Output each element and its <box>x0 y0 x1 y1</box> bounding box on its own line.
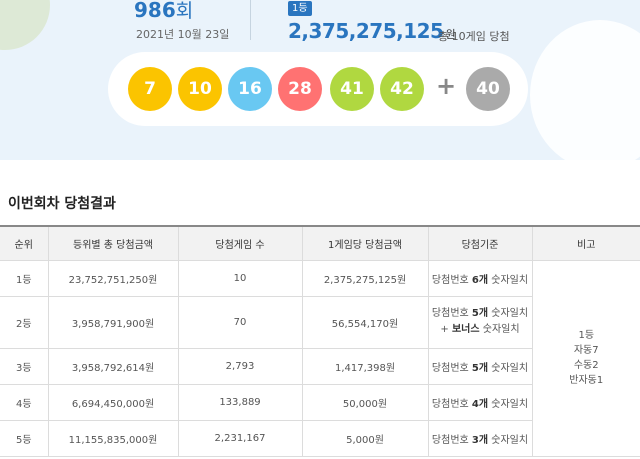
number-ball: 28 <box>278 67 322 111</box>
total-prize-cell: 11,155,835,000원 <box>47 420 178 457</box>
total-prize-cell: 3,958,791,900원 <box>47 296 178 349</box>
column-header: 당첨기준 <box>427 225 532 261</box>
per-game-cell: 2,375,275,125원 <box>301 260 428 297</box>
draw-summary-banner: 986회 2021년 10월 23일 1등 2,375,275,125 원 총 1… <box>0 0 640 160</box>
games-cell: 2,793 <box>177 348 302 385</box>
rank-cell: 2등 <box>0 296 48 349</box>
number-ball: 10 <box>178 67 222 111</box>
games-cell: 133,889 <box>177 384 302 421</box>
decorative-circle <box>0 0 50 50</box>
per-game-cell: 50,000원 <box>301 384 428 421</box>
bonus-ball: 40 <box>466 67 510 111</box>
first-prize-amount: 2,375,275,125 원 <box>288 19 456 43</box>
winners-count: 총 10게임 당첨 <box>438 30 510 43</box>
results-table: 순위 등위별 총 당첨금액 당첨게임 수 1게임당 당첨금액 당첨기준 비고 1… <box>0 225 640 457</box>
round-number: 986회 <box>134 0 194 22</box>
number-ball: 7 <box>128 67 172 111</box>
section-title: 이번회차 당첨결과 <box>8 196 116 212</box>
table-row: 1등 23,752,751,250원 10 2,375,275,125원 당첨번… <box>0 260 640 457</box>
divider <box>250 0 251 40</box>
first-prize-badge: 1등 <box>288 1 312 16</box>
rank-cell: 3등 <box>0 348 48 385</box>
winning-numbers: 7 10 16 28 41 42 + 40 <box>108 52 528 126</box>
note-cell: 1등 자동7 수동2 반자동1 <box>531 260 640 457</box>
criteria-cell: 당첨번호 6개 숫자일치 <box>427 260 532 297</box>
per-game-cell: 1,417,398원 <box>301 348 428 385</box>
rank-cell: 4등 <box>0 384 48 421</box>
criteria-cell: 당첨번호 5개 숫자일치 <box>427 348 532 385</box>
number-ball: 16 <box>228 67 272 111</box>
column-header: 순위 <box>0 225 48 261</box>
number-ball: 41 <box>330 67 374 111</box>
games-cell: 70 <box>177 296 302 349</box>
column-header: 1게임당 당첨금액 <box>301 225 428 261</box>
table-header-row: 순위 등위별 총 당첨금액 당첨게임 수 1게임당 당첨금액 당첨기준 비고 <box>0 225 640 261</box>
column-header: 비고 <box>531 225 640 261</box>
rank-cell: 1등 <box>0 260 48 297</box>
per-game-cell: 5,000원 <box>301 420 428 457</box>
total-prize-cell: 6,694,450,000원 <box>47 384 178 421</box>
criteria-cell: 당첨번호 4개 숫자일치 <box>427 384 532 421</box>
total-prize-cell: 3,958,792,614원 <box>47 348 178 385</box>
games-cell: 2,231,167 <box>177 420 302 457</box>
decorative-circle <box>530 20 640 160</box>
plus-icon: + <box>436 72 457 100</box>
column-header: 당첨게임 수 <box>177 225 302 261</box>
column-header: 등위별 총 당첨금액 <box>47 225 178 261</box>
criteria-cell: 당첨번호 5개 숫자일치 + 보너스 숫자일치 <box>427 296 532 349</box>
criteria-cell: 당첨번호 3개 숫자일치 <box>427 420 532 457</box>
number-ball: 42 <box>380 67 424 111</box>
draw-date: 2021년 10월 23일 <box>136 28 230 41</box>
games-cell: 10 <box>177 260 302 297</box>
rank-cell: 5등 <box>0 420 48 457</box>
total-prize-cell: 23,752,751,250원 <box>47 260 178 297</box>
per-game-cell: 56,554,170원 <box>301 296 428 349</box>
